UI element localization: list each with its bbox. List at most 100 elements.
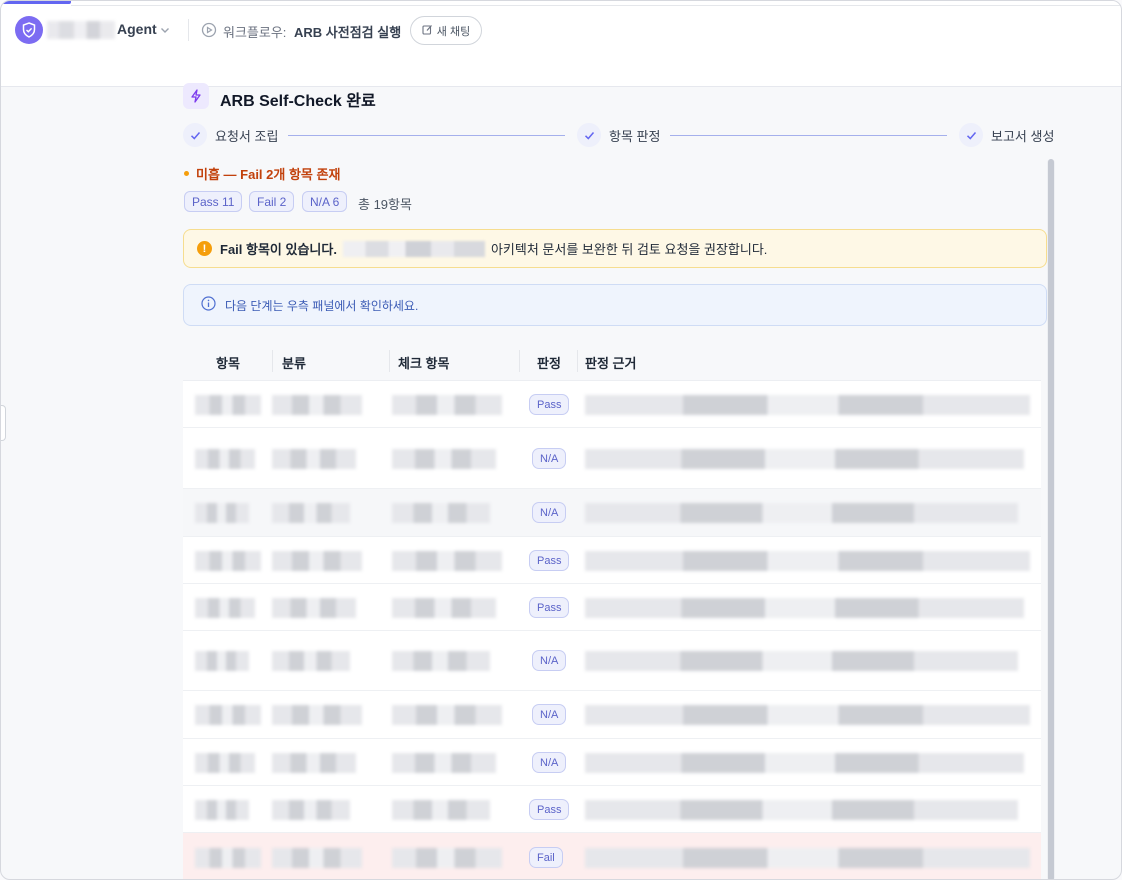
rationale-cell-redacted [585,551,1030,571]
category-cell-redacted [272,800,350,820]
table-row[interactable]: N/A [183,691,1041,739]
step-connector [670,135,947,136]
check-item-cell-redacted [392,395,502,415]
new-chat-label: 새 채팅 [436,25,471,38]
shield-icon[interactable] [15,16,43,44]
new-chat-button[interactable]: 새 채팅 [410,16,482,45]
rationale-cell-redacted [585,503,1018,523]
agent-name[interactable]: Agent [117,21,157,37]
item-cell-redacted [195,651,249,671]
item-cell-redacted [195,800,249,820]
lightning-icon [183,83,209,109]
table-header: 항목 분류 체크 항목 판정 판정 근거 [183,341,1041,381]
agent-name-redacted [47,21,115,39]
column-divider [577,350,578,372]
verdict-badge: N/A [532,704,567,725]
edit-icon [422,24,433,38]
item-cell-redacted [195,395,261,415]
category-cell-redacted [272,449,356,469]
scrollbar[interactable] [1047,159,1055,879]
verdict-badge: N/A [532,448,567,469]
check-item-cell-redacted [392,651,490,671]
na-count-badge: N/A 6 [302,191,348,212]
category-cell-redacted [272,598,356,618]
total-count: 총 19항목 [358,197,412,212]
rationale-cell-redacted [585,848,1030,868]
header-divider [188,19,189,41]
category-cell-redacted [272,503,350,523]
verdict-badge: Fail [529,847,563,868]
category-cell-redacted [272,651,350,671]
item-cell-redacted [195,848,261,868]
play-circle-icon [201,22,217,43]
info-alert: 다음 단계는 우측 패널에서 확인하세요. [183,284,1047,326]
info-text: 다음 단계는 우측 패널에서 확인하세요. [225,298,419,313]
workflow-prefix: 워크플로우: [223,25,287,40]
table-row[interactable]: N/A [183,489,1041,537]
step-connector [288,135,565,136]
app-window: Agent 워크플로우: ARB 사전점검 실행 새 채팅 ARB Self-C… [0,0,1122,880]
table-row[interactable]: N/A [183,428,1041,489]
rationale-cell-redacted [585,598,1024,618]
column-divider [519,350,520,372]
rationale-cell-redacted [585,651,1018,671]
pass-count-badge: Pass 11 [184,191,243,212]
column-divider [389,350,390,372]
rationale-cell-redacted [585,800,1018,820]
sidebar-toggle-handle[interactable] [1,405,6,441]
check-item-cell-redacted [392,598,496,618]
fail-count-badge: Fail 2 [249,191,295,212]
rationale-cell-redacted [585,705,1030,725]
table-row[interactable]: Pass [183,537,1041,584]
workflow-title: ARB 사전점검 실행 [294,25,402,40]
table-row[interactable]: Fail [183,833,1041,879]
verdict-badge: Pass [529,799,570,820]
step-label: 항목 판정 [609,128,661,144]
item-cell-redacted [195,551,261,571]
column-header: 판정 [537,356,561,371]
scrollbar-thumb[interactable] [1048,159,1054,879]
check-item-cell-redacted [392,800,490,820]
table-row[interactable]: N/A [183,631,1041,691]
check-icon [577,123,601,147]
table-row[interactable]: Pass [183,381,1041,428]
check-item-cell-redacted [392,551,502,571]
warning-alert: ! Fail 항목이 있습니다. 아키텍처 문서를 보완한 뒤 검토 요청을 권… [183,229,1047,268]
status-text: 미흡 — Fail 2개 항목 존재 [196,167,341,182]
item-cell-redacted [195,449,255,469]
top-header: Agent 워크플로우: ARB 사전점검 실행 새 채팅 [1,1,1121,87]
category-cell-redacted [272,551,362,571]
category-cell-redacted [272,848,362,868]
check-item-cell-redacted [392,705,502,725]
table-row[interactable]: Pass [183,786,1041,833]
column-divider [272,350,273,372]
verdict-badge: N/A [532,752,567,773]
item-cell-redacted [195,753,255,773]
item-cell-redacted [195,503,249,523]
category-cell-redacted [272,395,362,415]
verdict-badge: Pass [529,550,570,571]
verdict-badge: Pass [529,394,570,415]
column-header: 분류 [282,356,306,371]
verdict-badge: N/A [532,650,567,671]
check-item-cell-redacted [392,753,496,773]
page-title: ARB Self-Check 완료 [220,93,376,110]
category-cell-redacted [272,753,356,773]
check-item-cell-redacted [392,848,502,868]
warning-icon: ! [197,241,212,256]
table-row[interactable]: N/A [183,739,1041,786]
rationale-cell-redacted [585,449,1024,469]
column-header: 판정 근거 [585,356,637,371]
result-status: 미흡 — Fail 2개 항목 존재 [184,164,340,183]
check-item-cell-redacted [392,503,490,523]
status-dot-icon [184,171,189,176]
table-row[interactable]: Pass [183,584,1041,631]
step-3: 보고서 생성 [959,123,1054,147]
item-cell-redacted [195,598,255,618]
step-1: 요청서 조립 [183,123,278,147]
column-header: 항목 [216,356,240,371]
check-icon [183,123,207,147]
chevron-down-icon[interactable] [159,23,171,41]
step-2: 항목 판정 [577,123,660,147]
header-top-border [71,5,1121,6]
